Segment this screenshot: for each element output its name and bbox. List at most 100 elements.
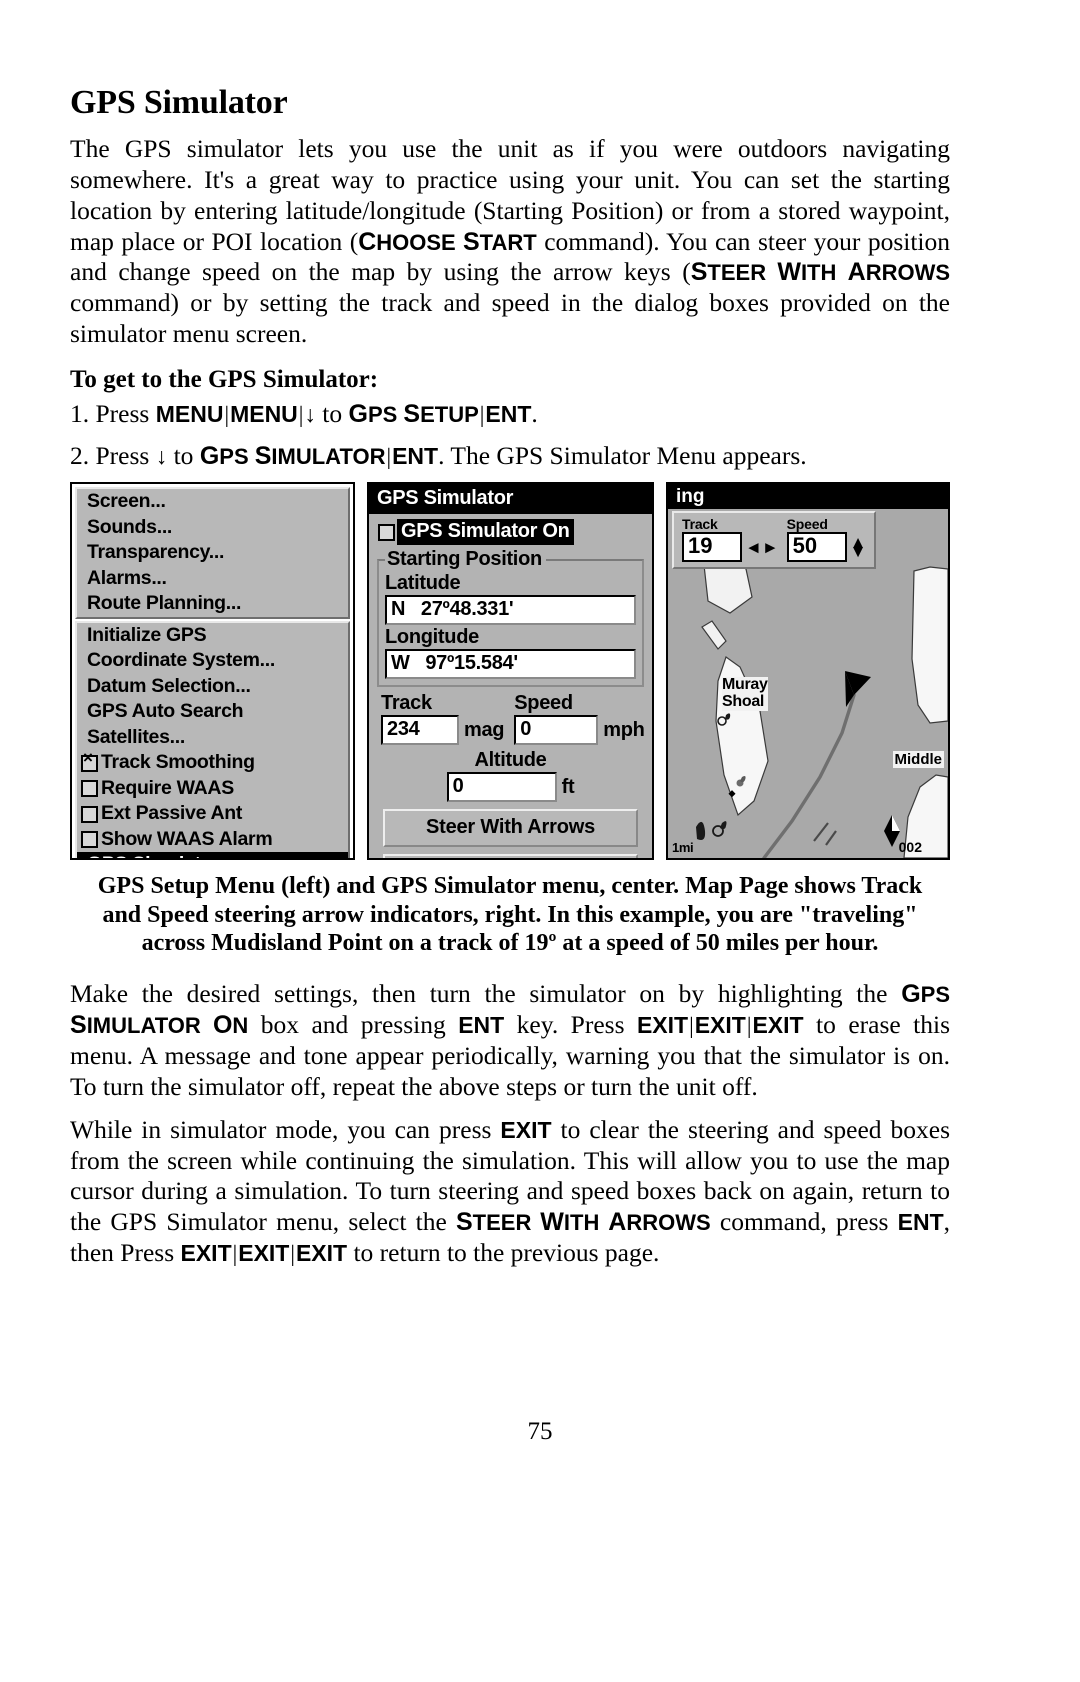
track-indicator-value[interactable]: 19 xyxy=(682,532,742,562)
speed-unit: mph xyxy=(603,718,645,741)
menu-item-require-waas[interactable]: Require WAAS xyxy=(77,776,348,802)
step1-prefix: 1. Press xyxy=(70,398,156,428)
choose-start-command: CHOOSE START xyxy=(358,227,537,256)
gps-setup-command: GPS SETUP xyxy=(348,399,479,428)
track-indicator: Track 19 ◄► xyxy=(682,516,779,562)
map-canvas[interactable]: Track 19 ◄► Speed 50 ▲ ▼ Muray Shoal Mid… xyxy=(668,509,948,859)
steer-with-arrows-button[interactable]: Steer With Arrows xyxy=(383,809,638,848)
steer-with-arrows-command: STEER WITH ARROWS xyxy=(455,1208,711,1237)
up-down-arrow-icon[interactable]: ▲ ▼ xyxy=(850,534,867,560)
latitude-field[interactable]: N 27º48.331' xyxy=(385,595,636,626)
key-separator: | xyxy=(290,1241,295,1267)
speed-label: Speed xyxy=(514,692,573,715)
menu-item-show-waas-alarm[interactable]: Show WAAS Alarm xyxy=(77,827,348,853)
step1-mid: to xyxy=(315,398,349,428)
track-unit: mag xyxy=(464,718,505,741)
down-arrow-icon: ↓ xyxy=(304,400,316,427)
speed-field[interactable]: 0 xyxy=(514,715,599,746)
menu-key-1: MENU xyxy=(155,400,224,427)
menu-item-coordinate-system[interactable]: Coordinate System... xyxy=(77,648,348,674)
longitude-field[interactable]: W 97º15.584' xyxy=(385,649,636,680)
menu-item-alarms[interactable]: Alarms... xyxy=(77,566,348,592)
p2-text-a: While in simulator mode, you can press xyxy=(70,1114,501,1144)
menu-item-track-smoothing[interactable]: Track Smoothing xyxy=(77,750,348,776)
altitude-unit: ft xyxy=(561,775,575,798)
speed-indicator-value[interactable]: 50 xyxy=(786,532,847,562)
menu-item-label: Require WAAS xyxy=(101,776,234,799)
map-place-label: Muray Shoal xyxy=(722,677,768,711)
left-right-arrow-icon[interactable]: ◄► xyxy=(745,539,779,556)
p2-text-c: command, press xyxy=(710,1207,898,1237)
howto-step-1: 1. Press MENU|MENU|↓ to GPS SETUP|ENT. xyxy=(70,398,950,430)
menu-item-gps-auto-search[interactable]: GPS Auto Search xyxy=(77,699,348,725)
exit-key: EXIT xyxy=(500,1116,552,1143)
track-group: Track 234 mag xyxy=(381,691,505,746)
menu-item-datum-selection[interactable]: Datum Selection... xyxy=(77,674,348,700)
p1-text-b: box and pressing xyxy=(248,1010,459,1040)
exit-key: EXIT xyxy=(694,1012,746,1039)
exit-key: EXIT xyxy=(238,1240,290,1267)
menu-item-label: Ext Passive Ant xyxy=(101,802,243,825)
menu-item-ext-passive-ant[interactable]: Ext Passive Ant xyxy=(77,801,348,827)
speed-indicator: Speed 50 ▲ ▼ xyxy=(786,516,867,562)
map-titlebar: ing xyxy=(668,484,948,510)
select-starting-waypoint-button[interactable]: Select Starting Waypoint xyxy=(383,854,638,859)
step1-period: . xyxy=(531,398,538,428)
track-field[interactable]: 234 xyxy=(381,715,459,746)
figure-caption: GPS Setup Menu (left) and GPS Simulator … xyxy=(97,873,923,957)
menu-item-gps-simulator[interactable]: GPS Simulator... xyxy=(77,852,348,859)
exit-key: EXIT xyxy=(636,1012,689,1039)
menu-item-transparency[interactable]: Transparency... xyxy=(77,540,348,566)
checkbox-icon[interactable] xyxy=(81,831,98,849)
ent-key: ENT xyxy=(485,400,532,427)
step2-mid: to xyxy=(167,441,200,471)
gps-setup-group-2: Initialize GPS Coordinate System... Datu… xyxy=(75,620,350,859)
key-separator: | xyxy=(689,1013,694,1039)
p1-text-c: key. Press xyxy=(504,1010,637,1040)
map-place-label-line1: Muray xyxy=(722,676,768,694)
ent-key: ENT xyxy=(392,443,439,470)
page-title: GPS Simulator xyxy=(70,84,288,121)
page-content: GPS Simulator The GPS simulator lets you… xyxy=(70,84,950,1281)
simulator-on-row[interactable]: GPS Simulator On xyxy=(378,519,646,546)
speed-indicator-label: Speed xyxy=(786,516,828,533)
map-scale-indicator: 1mi xyxy=(672,840,694,856)
gps-simulator-command: GPS SIMULATOR xyxy=(199,442,386,471)
figure-screens-row: Screen... Sounds... Transparency... Alar… xyxy=(70,482,950,861)
checkbox-icon[interactable] xyxy=(81,780,98,798)
menu-key-2: MENU xyxy=(230,400,298,427)
menu-item-initialize-gps[interactable]: Initialize GPS xyxy=(77,623,348,649)
checkbox-checked-icon[interactable] xyxy=(81,751,98,772)
paragraph-simulator-mode: While in simulator mode, you can press E… xyxy=(70,1115,950,1269)
menu-item-route-planning[interactable]: Route Planning... xyxy=(77,591,348,617)
steering-indicators-overlay: Track 19 ◄► Speed 50 ▲ ▼ xyxy=(672,511,877,569)
longitude-label: Longitude xyxy=(385,626,479,649)
menu-item-screen[interactable]: Screen... xyxy=(77,489,348,515)
exit-key: EXIT xyxy=(295,1240,348,1267)
checkbox-icon[interactable] xyxy=(81,805,98,823)
latitude-label: Latitude xyxy=(385,572,461,595)
track-label: Track xyxy=(381,692,432,715)
menu-item-sounds[interactable]: Sounds... xyxy=(77,515,348,541)
steer-with-arrows-command: STEER WITH ARROWS xyxy=(690,258,951,287)
starting-position-group: Starting Position Latitude N 27º48.331' … xyxy=(377,548,644,688)
intro-text-3: command) or by setting the track and spe… xyxy=(70,288,950,349)
menu-item-label: Track Smoothing xyxy=(101,751,255,774)
step2-prefix: 2. Press xyxy=(70,441,156,471)
checkbox-icon[interactable] xyxy=(378,523,395,541)
gps-setup-group-1: Screen... Sounds... Transparency... Alar… xyxy=(75,487,350,619)
menu-item-satellites[interactable]: Satellites... xyxy=(77,725,348,751)
step2-suffix: . The GPS Simulator Menu appears. xyxy=(438,441,807,471)
map-right-label: Middle xyxy=(892,751,944,769)
ent-key: ENT xyxy=(897,1209,944,1236)
altitude-group: Altitude 0 ft xyxy=(375,749,646,803)
paragraph-make-settings: Make the desired settings, then turn the… xyxy=(70,979,950,1102)
map-page-screenshot: ing Track 19 ◄► Speed 50 ▲ ▼ Muray Shoal… xyxy=(666,482,950,861)
map-course-indicator: 002 xyxy=(898,839,922,856)
altitude-field[interactable]: 0 xyxy=(446,772,557,803)
exit-key: EXIT xyxy=(752,1012,804,1039)
howto-heading: To get to the GPS Simulator: xyxy=(70,365,379,393)
intro-paragraph: The GPS simulator lets you use the unit … xyxy=(70,134,950,350)
menu-item-label: Show WAAS Alarm xyxy=(101,827,273,850)
speed-group: Speed 0 mph xyxy=(514,691,645,746)
